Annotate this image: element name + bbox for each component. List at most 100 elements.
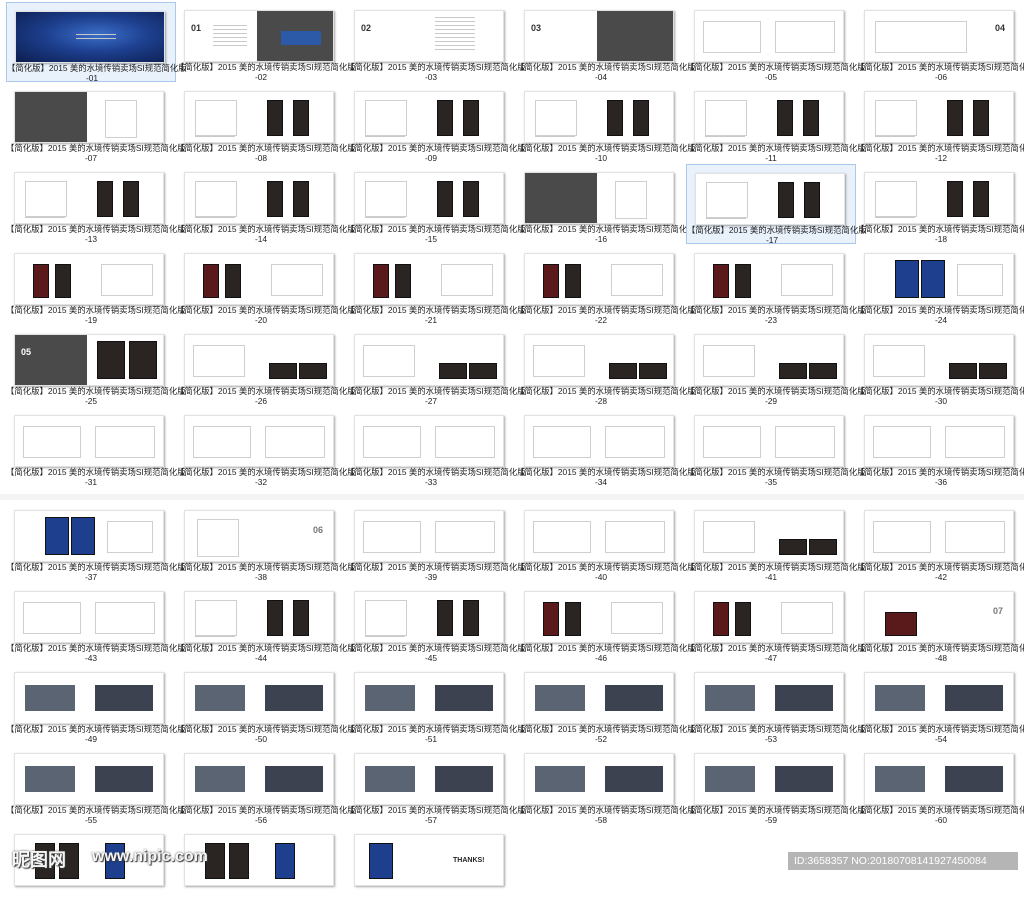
- drawing-frame: [95, 426, 155, 458]
- thumbnail-item[interactable]: 02 【简化版】2015 美的水境传销卖场SI规范简化版 -03: [346, 2, 526, 82]
- page-thumbnail: [354, 253, 504, 305]
- caption-page-number: -23: [764, 315, 778, 325]
- thumbnail-item[interactable]: 【简化版】2015 美的水境传销卖场SI规范简化版 -49: [6, 664, 186, 744]
- thumbnail-item[interactable]: 【简化版】2015 美的水境传销卖场SI规范简化版 -14: [176, 164, 356, 244]
- thumbnail-item[interactable]: 【简化版】2015 美的水境传销卖场SI规范简化版 -60: [856, 745, 1024, 825]
- thumbnail-item[interactable]: [176, 826, 346, 906]
- thumbnail-item[interactable]: 【简化版】2015 美的水境传销卖场SI规范简化版 -45: [346, 583, 526, 663]
- thumbnail-item[interactable]: 【简化版】2015 美的水境传销卖场SI规范简化版 -18: [856, 164, 1024, 244]
- thumbnail-item[interactable]: 【简化版】2015 美的水境传销卖场SI规范简化版 -59: [686, 745, 866, 825]
- thumbnail-item[interactable]: 【简化版】2015 美的水境传销卖场SI规范简化版 -13: [6, 164, 186, 244]
- thumbnail-item[interactable]: 【简化版】2015 美的水境传销卖场SI规范简化版 -50: [176, 664, 356, 744]
- thumbnail-item[interactable]: 【简化版】2015 美的水境传销卖场SI规范简化版 -54: [856, 664, 1024, 744]
- thumbnail-item[interactable]: 【简化版】2015 美的水境传销卖场SI规范简化版 -24: [856, 245, 1024, 325]
- thumbnail-item[interactable]: 07 【简化版】2015 美的水境传销卖场SI规范简化版 -48: [856, 583, 1024, 663]
- thumbnail-item[interactable]: 【简化版】2015 美的水境传销卖场SI规范简化版 -55: [6, 745, 186, 825]
- caption-title: 【简化版】2015 美的水境传销卖场SI规范简化版: [346, 224, 526, 234]
- thumbnail-item[interactable]: 【简化版】2015 美的水境传销卖场SI规范简化版 -34: [516, 407, 696, 487]
- caption-page-number: -57: [424, 815, 438, 825]
- thumbnail-item[interactable]: 【简化版】2015 美的水境传销卖场SI规范简化版 -15: [346, 164, 526, 244]
- page-thumbnail: 02: [354, 10, 504, 62]
- thumbnail-item[interactable]: 【简化版】2015 美的水境传销卖场SI规范简化版 -19: [6, 245, 186, 325]
- thumbnail-item[interactable]: THANKS!: [346, 826, 516, 906]
- drawing-frame: [195, 100, 237, 136]
- thumbnail-item[interactable]: 【简化版】2015 美的水境传销卖场SI规范简化版 -26: [176, 326, 356, 406]
- thumbnail-item[interactable]: 【简化版】2015 美的水境传销卖场SI规范简化版 -01: [6, 2, 187, 83]
- caption-page-number: -04: [594, 72, 608, 82]
- thumbnail-item[interactable]: 【简化版】2015 美的水境传销卖场SI规范简化版 -27: [346, 326, 526, 406]
- caption-page-number: -27: [424, 396, 438, 406]
- caption-page-number: -14: [254, 234, 268, 244]
- thumbnail-item[interactable]: 【简化版】2015 美的水境传销卖场SI规范简化版 -57: [346, 745, 526, 825]
- thumbnail-item[interactable]: 【简化版】2015 美的水境传销卖场SI规范简化版 -43: [6, 583, 186, 663]
- thumbnail-item[interactable]: 【简化版】2015 美的水境传销卖场SI规范简化版 -46: [516, 583, 696, 663]
- thumbnail-caption: 【简化版】2015 美的水境传销卖场SI规范简化版 -14: [176, 224, 356, 244]
- text-line: [705, 136, 745, 137]
- thumbnail-caption: 【简化版】2015 美的水境传销卖场SI规范简化版 -22: [516, 305, 696, 325]
- caption-page-number: -59: [764, 815, 778, 825]
- section-number: 04: [995, 23, 1006, 33]
- caption-page-number: -55: [84, 815, 98, 825]
- drawing-frame: [105, 100, 137, 138]
- thumbnail-item[interactable]: 【简化版】2015 美的水境传销卖场SI规范简化版 -52: [516, 664, 696, 744]
- caption-title: 【简化版】2015 美的水境传销卖场SI规范简化版: [176, 724, 356, 734]
- thumbnail-item[interactable]: 【简化版】2015 美的水境传销卖场SI规范简化版 -44: [176, 583, 356, 663]
- thumbnail-item[interactable]: 【简化版】2015 美的水境传销卖场SI规范简化版 -35: [686, 407, 866, 487]
- thumbnail-item[interactable]: 【简化版】2015 美的水境传销卖场SI规范简化版 -41: [686, 502, 866, 582]
- thumbnail-item[interactable]: 【简化版】2015 美的水境传销卖场SI规范简化版 -30: [856, 326, 1024, 406]
- thumbnail-caption: 【简化版】2015 美的水境传销卖场SI规范简化版 -43: [6, 643, 186, 663]
- thumbnail-item[interactable]: 【简化版】2015 美的水境传销卖场SI规范简化版 -28: [516, 326, 696, 406]
- caption-page-number: -07: [84, 153, 98, 163]
- page-thumbnail: 03: [524, 10, 674, 62]
- thumbnail-item[interactable]: 【简化版】2015 美的水境传销卖场SI规范简化版 -47: [686, 583, 866, 663]
- thumbnail-item[interactable]: 【简化版】2015 美的水境传销卖场SI规范简化版 -56: [176, 745, 356, 825]
- thumbnail-item[interactable]: 【简化版】2015 美的水境传销卖场SI规范简化版 -20: [176, 245, 356, 325]
- thumbnail-item[interactable]: 05 【简化版】2015 美的水境传销卖场SI规范简化版 -25: [6, 326, 186, 406]
- thumbnail-item[interactable]: 【简化版】2015 美的水境传销卖场SI规范简化版 -22: [516, 245, 696, 325]
- thumbnail-item[interactable]: 【简化版】2015 美的水境传销卖场SI规范简化版 -10: [516, 83, 696, 163]
- thumbnail-item[interactable]: 【简化版】2015 美的水境传销卖场SI规范简化版 -37: [6, 502, 186, 582]
- thumbnail-item[interactable]: 【简化版】2015 美的水境传销卖场SI规范简化版 -29: [686, 326, 866, 406]
- thumbnail-item[interactable]: 【简化版】2015 美的水境传销卖场SI规范简化版 -58: [516, 745, 696, 825]
- thumbnail-item[interactable]: 03 【简化版】2015 美的水境传销卖场SI规范简化版 -04: [516, 2, 696, 82]
- thumbnail-item[interactable]: 【简化版】2015 美的水境传销卖场SI规范简化版 -39: [346, 502, 526, 582]
- thumbnail-item[interactable]: 【简化版】2015 美的水境传销卖场SI规范简化版 -36: [856, 407, 1024, 487]
- text-line: [365, 136, 405, 137]
- thumbnail-item[interactable]: 06 【简化版】2015 美的水境传销卖场SI规范简化版 -38: [176, 502, 356, 582]
- thumbnail-item[interactable]: 【简化版】2015 美的水境传销卖场SI规范简化版 -23: [686, 245, 866, 325]
- caption-page-number: -40: [594, 572, 608, 582]
- page-thumbnail: [524, 672, 674, 724]
- thumbnail-item[interactable]: 【简化版】2015 美的水境传销卖场SI规范简化版 -11: [686, 83, 866, 163]
- thumbnail-item[interactable]: 【简化版】2015 美的水境传销卖场SI规范简化版 -09: [346, 83, 526, 163]
- drawing-frame: [23, 602, 81, 634]
- thumbnail-caption: 【简化版】2015 美的水境传销卖场SI规范简化版 -32: [176, 467, 356, 487]
- thumbnail-caption: 【简化版】2015 美的水境传销卖场SI规范简化版 -33: [346, 467, 526, 487]
- thumbnail-item[interactable]: 01 【简化版】2015 美的水境传销卖场SI规范简化版 -02: [176, 2, 356, 82]
- thumbnail-caption: 【简化版】2015 美的水境传销卖场SI规范简化版 -28: [516, 386, 696, 406]
- thumbnail-item[interactable]: 【简化版】2015 美的水境传销卖场SI规范简化版 -32: [176, 407, 356, 487]
- thumbnail-item[interactable]: 【简化版】2015 美的水境传销卖场SI规范简化版 -07: [6, 83, 186, 163]
- thumbnail-item[interactable]: 【简化版】2015 美的水境传销卖场SI规范简化版 -08: [176, 83, 356, 163]
- caption-page-number: -06: [934, 72, 948, 82]
- thumbnail-caption: 【简化版】2015 美的水境传销卖场SI规范简化版 -59: [686, 805, 866, 825]
- thumbnail-item[interactable]: 【简化版】2015 美的水境传销卖场SI规范简化版 -40: [516, 502, 696, 582]
- drawing-frame: [706, 182, 748, 218]
- thumbnail-item[interactable]: 【简化版】2015 美的水境传销卖场SI规范简化版 -42: [856, 502, 1024, 582]
- thumbnail-item[interactable]: 【简化版】2015 美的水境传销卖场SI规范简化版 -05: [686, 2, 866, 82]
- thumbnail-item[interactable]: 【简化版】2015 美的水境传销卖场SI规范简化版 -16: [516, 164, 696, 244]
- caption-page-number: -30: [934, 396, 948, 406]
- page-thumbnail: [864, 91, 1014, 143]
- caption-page-number: -26: [254, 396, 268, 406]
- caption-page-number: -20: [254, 315, 268, 325]
- thumbnail-item[interactable]: 【简化版】2015 美的水境传销卖场SI规范简化版 -17: [686, 164, 867, 245]
- thumbnail-item[interactable]: 【简化版】2015 美的水境传销卖场SI规范简化版 -21: [346, 245, 526, 325]
- thumbnail-item[interactable]: 【简化版】2015 美的水境传销卖场SI规范简化版 -33: [346, 407, 526, 487]
- thumbnail-item[interactable]: 【简化版】2015 美的水境传销卖场SI规范简化版 -51: [346, 664, 526, 744]
- caption-page-number: -29: [764, 396, 778, 406]
- caption-page-number: -42: [934, 572, 948, 582]
- page-thumbnail: [184, 172, 334, 224]
- thumbnail-item[interactable]: 【简化版】2015 美的水境传销卖场SI规范简化版 -53: [686, 664, 866, 744]
- thumbnail-item[interactable]: 【简化版】2015 美的水境传销卖场SI规范简化版 -31: [6, 407, 186, 487]
- thumbnail-item[interactable]: 【简化版】2015 美的水境传销卖场SI规范简化版 -12: [856, 83, 1024, 163]
- thumbnail-item[interactable]: 04 【简化版】2015 美的水境传销卖场SI规范简化版 -06: [856, 2, 1024, 82]
